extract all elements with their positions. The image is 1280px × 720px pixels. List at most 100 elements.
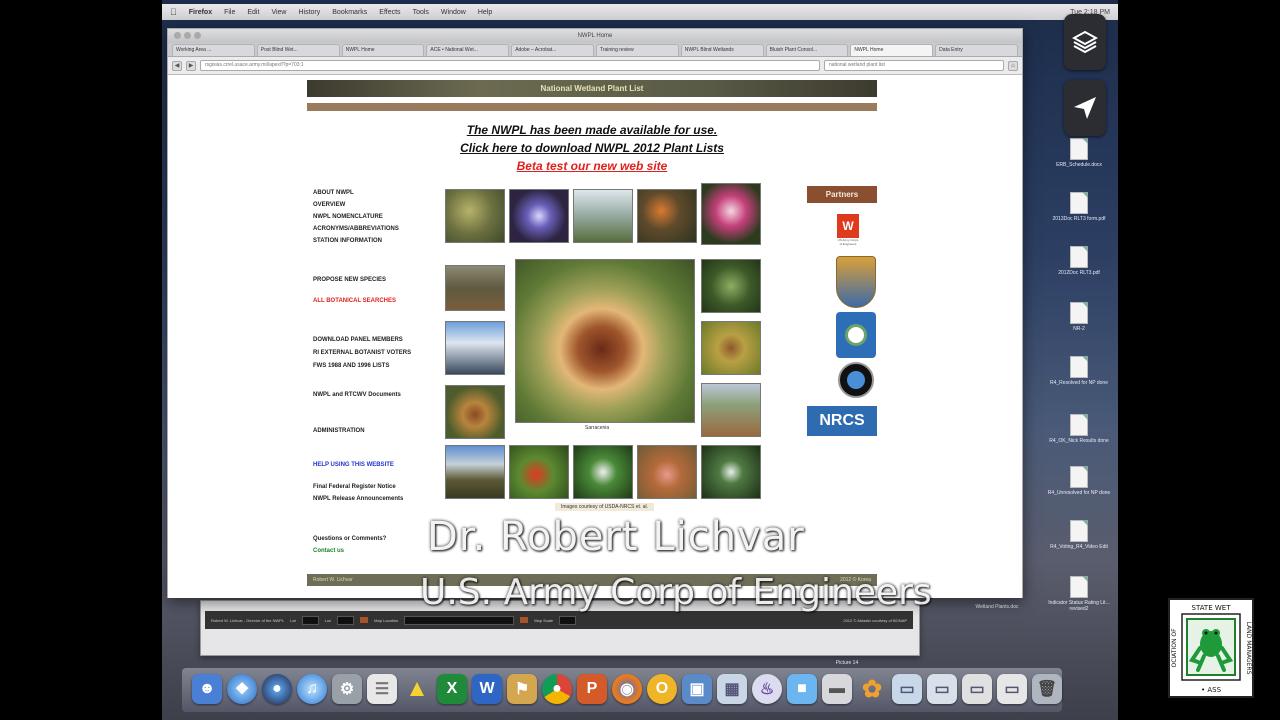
menu-item[interactable]: Edit [247,9,259,16]
lon-field[interactable] [337,615,355,625]
itunes-alt-icon[interactable]: ♨ [752,674,782,704]
nav-propose-new-species[interactable]: PROPOSE NEW SPECIES [313,277,386,283]
go-button[interactable] [360,617,369,623]
epa-logo[interactable] [836,312,876,358]
nav-about-nwpl[interactable]: ABOUT NWPL [313,190,354,196]
minimize-window-button[interactable] [184,32,191,39]
browser-tab[interactable]: Training review [595,44,679,56]
nav-botanical-searches[interactable]: ALL BOTANICAL SEARCHES [313,298,396,304]
outlook-icon[interactable]: O [647,674,677,704]
usace-logo[interactable]: W US Army Corps of Engineers [837,208,859,252]
nav-fws-lists[interactable]: FWS 1988 AND 1996 LISTS [313,363,389,369]
nav-nomenclature[interactable]: NWPL NOMENCLATURE [313,214,383,220]
menu-item[interactable]: Firefox [189,9,212,16]
desktop-file-icon[interactable]: NR-2 [1044,302,1114,332]
time-machine-icon[interactable]: ● [262,674,292,704]
nav-overview[interactable]: OVERVIEW [313,202,345,208]
nav-help[interactable]: HELP USING THIS WEBSITE [313,462,394,468]
trash-icon[interactable]: 🗑 [1032,674,1062,704]
browser-tab[interactable]: Working Area ... [172,44,255,56]
system-preferences-icon[interactable]: ⚙ [332,674,362,704]
desktop-file-icon[interactable]: Indicator Status Rating Lit... revised2 [1044,576,1114,612]
desktop-file-icon[interactable]: R4_Unresolved for NP done [1044,466,1114,496]
folder-icon[interactable]: ▭ [927,674,957,704]
excel-icon[interactable]: X [437,674,467,704]
safari-icon[interactable]: ❖ [227,674,257,704]
nav-administration[interactable]: ADMINISTRATION [313,428,365,434]
fws-logo[interactable] [836,256,876,308]
go-button[interactable] [520,617,529,623]
map-location-field[interactable] [404,615,515,625]
menu-item[interactable]: Effects [379,9,400,16]
menu-item[interactable]: History [298,9,320,16]
browser-tab-active[interactable]: NWPL Home [850,44,934,56]
drive-icon[interactable]: ▬ [822,674,852,704]
document-icon[interactable]: ☰ [367,674,397,704]
word-icon[interactable]: W [472,674,502,704]
lat-field[interactable] [301,615,319,625]
finder-icon[interactable]: ☻ [192,674,222,704]
window-titlebar[interactable]: NWPL Home [168,29,1022,43]
menu-item[interactable]: Window [441,9,466,16]
folder-icon[interactable]: ▭ [997,674,1027,704]
browser-tab[interactable]: Post Blind Wet... [256,44,340,56]
download-plant-lists-link[interactable]: Click here to download NWPL 2012 Plant L… [307,139,877,157]
forward-icon[interactable]: ▶ [186,60,196,71]
close-window-button[interactable] [174,32,181,39]
browser-tab[interactable]: ACE • National Wet... [426,44,510,56]
desktop-file-icon[interactable]: 2013Doc RLT3 form.pdf [1044,192,1114,222]
screen-icon[interactable]: ■ [787,674,817,704]
firefox-icon[interactable]: ◉ [612,674,642,704]
menu-item[interactable]: Tools [413,9,429,16]
back-icon[interactable]: ◀ [172,60,182,71]
desktop-file-icon[interactable]: R4_Resolved for NP done [1044,356,1114,386]
search-input[interactable]: national wetland plant list [824,60,1004,71]
itunes-icon[interactable]: ♫ [297,674,327,704]
nav-download-panel-members[interactable]: DOWNLOAD PANEL MEMBERS [313,337,403,343]
powerpoint-icon[interactable]: P [577,674,607,704]
layers-button[interactable] [1064,14,1106,70]
share-button[interactable] [1064,80,1106,136]
flower-icon[interactable]: ✿ [857,674,887,704]
folder-icon[interactable]: ▭ [962,674,992,704]
bonap-logo[interactable] [838,362,874,398]
nav-station-information[interactable]: STATION INFORMATION [313,238,382,244]
chrome-icon[interactable]: ● [542,674,572,704]
menu-item[interactable]: File [224,9,235,16]
nrcs-logo[interactable]: NRCS [807,406,877,436]
map-scale-field[interactable] [559,615,576,625]
nav-contact-us[interactable]: Contact us [313,548,344,554]
desktop-file-label[interactable]: Wetland Plants.doc [962,604,1032,610]
browser-tab[interactable]: NWPL Blind Wetlands [680,44,764,56]
url-bar[interactable]: rsgisias.crrel.usace.army.mil/apex/f?p=7… [200,60,820,71]
desktop-file-icon[interactable]: R4_Voting_R4_Video Edit [1044,520,1114,550]
home-icon[interactable]: ⌂ [1008,60,1018,71]
browser-tab[interactable]: Adobe – Acrobat... [511,44,594,56]
nav-external-botanist-voters[interactable]: RI EXTERNAL BOTANIST VOTERS [313,350,411,356]
nav-release-announcements[interactable]: NWPL Release Announcements [313,496,403,502]
firefox-window[interactable]: NWPL Home Working Area ... Post Blind We… [167,28,1023,598]
desktop-file-icon[interactable]: R4_OK_Nick Results done [1044,414,1114,444]
folder-icon[interactable]: ▭ [892,674,922,704]
nav-nwpl-documents[interactable]: NWPL and RTCWV Documents [313,392,401,398]
browser-tab[interactable]: Bluish Plant Consol... [765,44,849,56]
menu-item[interactable]: Bookmarks [332,9,367,16]
preview-icon[interactable]: ▦ [717,674,747,704]
menu-item[interactable]: Help [478,9,492,16]
notice-available[interactable]: The NWPL has been made available for use… [307,121,877,139]
zoom-window-button[interactable] [194,32,201,39]
desktop-file-icon[interactable]: ERB_Schedule.docx [1044,138,1114,168]
nav-acronyms[interactable]: ACRONYMS/ABBREVIATIONS [313,226,399,232]
field-label: Map Scale [534,617,554,623]
maps-icon[interactable]: ⚑ [507,674,537,704]
menu-item[interactable]: View [271,9,286,16]
browser-tab[interactable]: Data Entry [935,44,1018,56]
virtualbox-icon[interactable]: ▣ [682,674,712,704]
nav-federal-register-notice[interactable]: Final Federal Register Notice [313,484,396,490]
desktop-file-label[interactable]: Picture 14 [812,660,882,666]
apple-icon[interactable]:  [170,7,177,17]
beta-site-link[interactable]: Beta test our new web site [307,157,877,175]
desktop-file-icon[interactable]: 2012Doc RLT3.pdf [1044,246,1114,276]
browser-tab[interactable]: NWPL Home [341,44,425,56]
cyberduck-icon[interactable]: ▲ [402,674,432,704]
